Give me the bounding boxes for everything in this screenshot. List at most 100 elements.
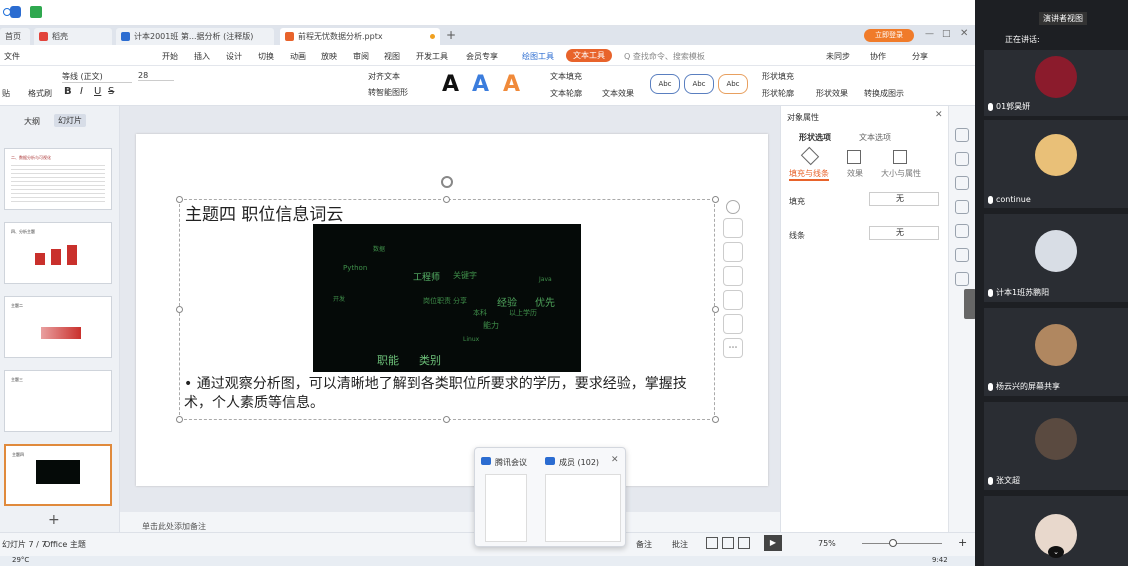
copy-icon[interactable] (955, 200, 969, 214)
shield-icon[interactable] (10, 6, 21, 18)
meeting-window-preview[interactable]: 腾讯会议 成员 (102) ✕ (474, 447, 626, 547)
settings-icon[interactable] (955, 152, 969, 166)
tab-text-options[interactable]: 文本选项 (859, 132, 891, 143)
meeting-thumbnail[interactable] (485, 474, 527, 542)
menu-item-review[interactable]: 审阅 (353, 51, 369, 62)
resize-handle[interactable] (443, 416, 450, 423)
menu-item-design[interactable]: 设计 (226, 51, 242, 62)
help-icon[interactable] (955, 224, 969, 238)
menu-text-tools[interactable]: 文本工具 (566, 49, 612, 62)
sorter-view-icon[interactable] (722, 537, 734, 549)
play-icon[interactable]: ▶ (764, 535, 782, 551)
line-select[interactable]: 无 (869, 226, 939, 240)
font-size-select[interactable]: 28 (138, 71, 174, 81)
maximize-icon[interactable]: □ (942, 29, 951, 39)
convert-graphic-button[interactable]: 转换成图示 (864, 88, 904, 99)
reading-view-icon[interactable] (738, 537, 750, 549)
resize-handle[interactable] (176, 196, 183, 203)
shape-fill-button[interactable]: 形状填充 (762, 71, 794, 82)
panel-close-icon[interactable]: ✕ (935, 110, 943, 120)
members-thumbnail[interactable] (545, 474, 621, 542)
share-button[interactable]: 分享 (912, 51, 928, 62)
pen-icon[interactable] (723, 242, 743, 262)
slide-thumb-3[interactable]: 二、数据分析与可视化 (4, 148, 112, 210)
shape-style-1[interactable]: Abc (650, 74, 680, 94)
resize-handle[interactable] (712, 306, 719, 313)
wordcloud-image[interactable]: 工程师 关键字 Python 经验 优先 分享 岗位职责 能力 职能 类别 本科… (313, 224, 581, 372)
text-style-orange[interactable]: A (503, 72, 520, 97)
italic-button[interactable]: I (80, 86, 83, 97)
close-icon[interactable]: ✕ (960, 28, 968, 39)
command-search[interactable]: Q 查找命令、搜索模板 (624, 51, 705, 62)
location-icon[interactable] (955, 272, 969, 286)
resize-handle[interactable] (443, 196, 450, 203)
smart-shape-button[interactable]: 转智能图形 (368, 87, 408, 98)
size-icon[interactable] (893, 150, 907, 164)
eraser-icon[interactable] (723, 266, 743, 286)
shape-outline-button[interactable]: 形状轮廓 (762, 88, 794, 99)
font-name-select[interactable]: 等线 (正文) (62, 71, 132, 83)
image-icon[interactable] (955, 248, 969, 262)
shape-style-3[interactable]: Abc (718, 74, 748, 94)
zoom-thumb[interactable] (889, 539, 897, 547)
paste-button[interactable]: 贴 (2, 88, 10, 99)
menu-item-devtools[interactable]: 开发工具 (416, 51, 448, 62)
participant-tile[interactable]: 杨云兴的屏幕共享 (984, 308, 1128, 396)
collapse-icon[interactable] (726, 200, 740, 214)
zoom-in-icon[interactable]: + (958, 536, 967, 549)
collab-button[interactable]: 协作 (870, 51, 886, 62)
slide-thumb-5[interactable]: 主题二 (4, 296, 112, 358)
resize-handle[interactable] (176, 416, 183, 423)
underline-button[interactable]: U (94, 86, 101, 97)
resize-handle[interactable] (712, 196, 719, 203)
star-icon[interactable] (955, 176, 969, 190)
slide-bullet-text[interactable]: • 通过观察分析图，可以清晰地了解到各类职位所要求的学历，要求经验，掌握技术，个… (184, 375, 712, 413)
text-style-black[interactable]: A (442, 72, 459, 97)
sync-status[interactable]: 未同步 (826, 51, 850, 62)
clock[interactable]: 9:42 (932, 556, 948, 564)
slide-thumb-7[interactable]: 主题四 (4, 444, 112, 506)
layers-icon[interactable] (723, 218, 743, 238)
pin-icon[interactable] (955, 128, 969, 142)
menu-item-home[interactable]: 开始 (162, 51, 178, 62)
comments-button[interactable]: 批注 (672, 539, 688, 550)
rotate-handle-icon[interactable] (441, 176, 453, 188)
tab-effect[interactable]: 效果 (847, 168, 863, 179)
slide-thumb-4[interactable]: 四、分析主题 (4, 222, 112, 284)
menu-drawing-tools[interactable]: 绘图工具 (522, 51, 554, 62)
presenter-view-button[interactable]: 演讲者视图 (1039, 12, 1087, 25)
more-icon[interactable]: ⋯ (723, 338, 743, 358)
tab-slides[interactable]: 幻灯片 (54, 114, 86, 127)
text-outline-button[interactable]: 文本轮廓 (550, 88, 582, 99)
resize-handle[interactable] (712, 416, 719, 423)
tab-presentation[interactable]: 前程无忧数据分析.pptx (280, 28, 440, 45)
strike-button[interactable]: S (108, 86, 114, 97)
text-style-blue[interactable]: A (472, 72, 489, 97)
bold-button[interactable]: B (64, 86, 72, 97)
popup-close-icon[interactable]: ✕ (611, 455, 619, 465)
tab-docer[interactable]: 稻壳 (34, 28, 112, 45)
shape-style-2[interactable]: Abc (684, 74, 714, 94)
zoom-slider[interactable] (862, 543, 942, 544)
signal-icon[interactable] (30, 6, 42, 18)
participant-tile[interactable]: 张文超 (984, 402, 1128, 490)
participant-tile[interactable]: continue (984, 120, 1128, 208)
participant-tile[interactable]: 01郭昊妍 (984, 50, 1128, 116)
zoom-level[interactable]: 75% (818, 539, 836, 548)
shape-effect-button[interactable]: 形状效果 (816, 88, 848, 99)
participant-tile[interactable]: 计本1班苏鹏阳 (984, 214, 1128, 302)
minimize-icon[interactable]: — (925, 29, 934, 39)
text-effect-button[interactable]: 文本效果 (602, 88, 634, 99)
theme-name[interactable]: Office 主题 (44, 539, 86, 550)
normal-view-icon[interactable] (706, 537, 718, 549)
add-slide-button[interactable]: + (48, 512, 60, 528)
resize-handle[interactable] (176, 306, 183, 313)
align-text-button[interactable]: 对齐文本 (368, 71, 400, 82)
chevron-down-icon[interactable]: ⌄ (1048, 546, 1064, 558)
slide-thumb-6[interactable]: 主题三 (4, 370, 112, 432)
notes-placeholder[interactable]: 单击此处添加备注 (142, 521, 206, 532)
add-tab-button[interactable]: + (446, 28, 456, 42)
fill-select[interactable]: 无 (869, 192, 939, 206)
slide-title[interactable]: 主题四 职位信息词云 (185, 200, 343, 225)
menu-file[interactable]: 文件 (4, 51, 20, 62)
